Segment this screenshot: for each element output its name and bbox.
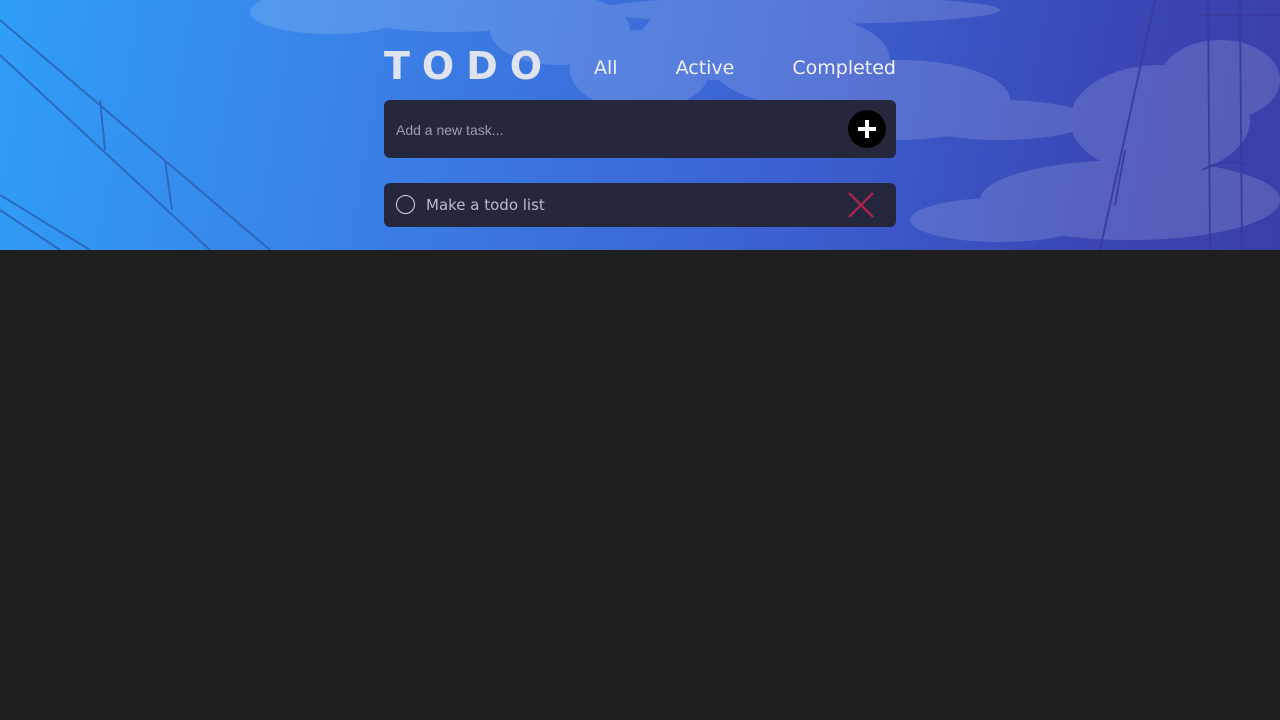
filter-active[interactable]: Active — [676, 54, 735, 82]
app-header: TODO All Active Completed — [384, 42, 896, 92]
filter-completed[interactable]: Completed — [792, 54, 896, 82]
todo-item: Make a todo list — [384, 183, 896, 227]
todo-text: Make a todo list — [426, 196, 545, 214]
close-icon — [848, 192, 874, 218]
app-title: TODO — [384, 44, 555, 88]
delete-button[interactable] — [848, 192, 874, 218]
add-task-button[interactable] — [848, 110, 886, 148]
filter-all[interactable]: All — [594, 54, 618, 82]
new-task-input[interactable] — [394, 114, 838, 146]
filter-tabs: All Active Completed — [594, 54, 896, 82]
circle-icon[interactable] — [396, 195, 415, 214]
new-task-bar — [384, 100, 896, 158]
